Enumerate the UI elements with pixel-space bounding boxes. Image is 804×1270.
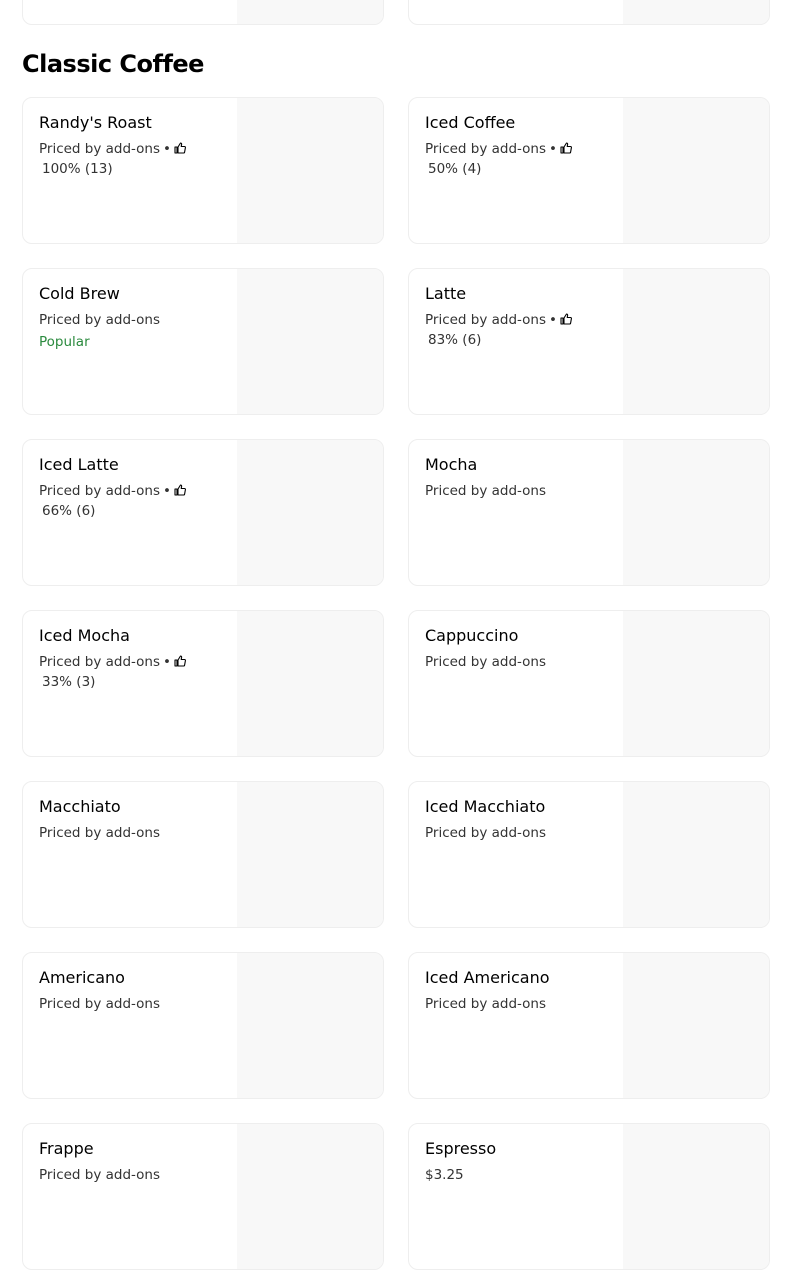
menu-item-card[interactable]: Randy's Roast Priced by add-ons • 100% (1… [22,97,384,244]
menu-item-card[interactable]: Iced Macchiato Priced by add-ons [408,781,770,928]
item-price-line: Priced by add-ons • [39,139,186,159]
item-image [623,98,769,243]
item-image [623,611,769,756]
item-price-line: Priced by add-ons [39,994,160,1014]
item-price: Priced by add-ons [39,1167,161,1183]
item-image [237,782,383,927]
section-title: Classic Coffee [22,50,204,78]
item-name: Cold Brew [39,284,120,303]
item-price: Priced by add-ons [425,825,547,841]
item-image [237,269,383,414]
separator: • [549,141,557,157]
item-name: Iced Latte [39,455,119,474]
item-image [237,611,383,756]
item-name: Iced Macchiato [425,797,546,816]
item-name: Cappuccino [425,626,519,645]
item-image [623,269,769,414]
popular-badge: Popular [39,334,90,350]
item-name: Latte [425,284,467,303]
menu-item-card[interactable]: Macchiato Priced by add-ons [22,781,384,928]
item-price-line: Priced by add-ons [425,481,546,501]
menu-item-card[interactable]: Iced Americano Priced by add-ons [408,952,770,1099]
item-price: Priced by add-ons [425,996,547,1012]
menu-item-card[interactable]: Mocha Priced by add-ons [408,439,770,586]
item-image [237,0,383,24]
item-image [237,98,383,243]
item-price: Priced by add-ons [39,654,161,670]
item-rating: 83% (6) [428,332,482,348]
item-name: Iced Americano [425,968,550,987]
menu-item-card[interactable]: Iced Latte Priced by add-ons • 66% (6) [22,439,384,586]
item-rating: 33% (3) [42,674,96,690]
item-price: Priced by add-ons [39,141,161,157]
item-image [623,782,769,927]
item-rating: 50% (4) [428,161,482,177]
item-image [623,953,769,1098]
thumbs-up-icon [174,655,186,667]
separator: • [549,312,557,328]
item-price: Priced by add-ons [425,141,547,157]
menu-item-card[interactable]: Espresso $3.25 [408,1123,770,1270]
separator: • [163,654,171,670]
item-price-line: $3.25 [425,1165,464,1185]
item-price-line: Priced by add-ons • [425,310,572,330]
item-image [623,0,769,24]
item-price: Priced by add-ons [39,996,161,1012]
menu-item-card[interactable]: Latte Priced by add-ons • 83% (6) [408,268,770,415]
menu-item-card[interactable]: Americano Priced by add-ons [22,952,384,1099]
item-price-line: Priced by add-ons [39,823,160,843]
menu-item-card[interactable]: Iced Mocha Priced by add-ons • 33% (3) [22,610,384,757]
previous-item-card[interactable] [408,0,770,25]
item-price-line: Priced by add-ons [425,652,546,672]
item-image [623,440,769,585]
item-price: Priced by add-ons [425,312,547,328]
menu-item-card[interactable]: Iced Coffee Priced by add-ons • 50% (4) [408,97,770,244]
menu-item-card[interactable]: Cold Brew Priced by add-ons Popular [22,268,384,415]
item-name: Americano [39,968,125,987]
item-price-line: Priced by add-ons [425,823,546,843]
item-price-line: Priced by add-ons • [425,139,572,159]
thumbs-up-icon [560,142,572,154]
item-price: Priced by add-ons [425,654,547,670]
item-image [237,1124,383,1269]
item-price-line: Priced by add-ons • [39,481,186,501]
item-price: Priced by add-ons [39,483,161,499]
item-name: Randy's Roast [39,113,152,132]
item-price-line: Priced by add-ons [425,994,546,1014]
item-price: Priced by add-ons [39,312,161,328]
item-price: Priced by add-ons [39,825,161,841]
item-rating: 100% (13) [42,161,113,177]
menu-item-card[interactable]: Cappuccino Priced by add-ons [408,610,770,757]
item-name: Frappe [39,1139,94,1158]
thumbs-up-icon [174,484,186,496]
item-price-line: Priced by add-ons [39,1165,160,1185]
item-name: Espresso [425,1139,497,1158]
item-name: Macchiato [39,797,121,816]
item-name: Mocha [425,455,478,474]
item-rating: 66% (6) [42,503,96,519]
previous-item-card[interactable] [22,0,384,25]
item-price: $3.25 [425,1167,464,1183]
separator: • [163,141,171,157]
item-name: Iced Coffee [425,113,516,132]
separator: • [163,483,171,499]
thumbs-up-icon [174,142,186,154]
item-image [623,1124,769,1269]
thumbs-up-icon [560,313,572,325]
item-image [237,953,383,1098]
item-name: Iced Mocha [39,626,130,645]
menu-item-card[interactable]: Frappe Priced by add-ons [22,1123,384,1270]
item-price-line: Priced by add-ons [39,310,160,330]
item-image [237,440,383,585]
item-price-line: Priced by add-ons • [39,652,186,672]
item-price: Priced by add-ons [425,483,547,499]
